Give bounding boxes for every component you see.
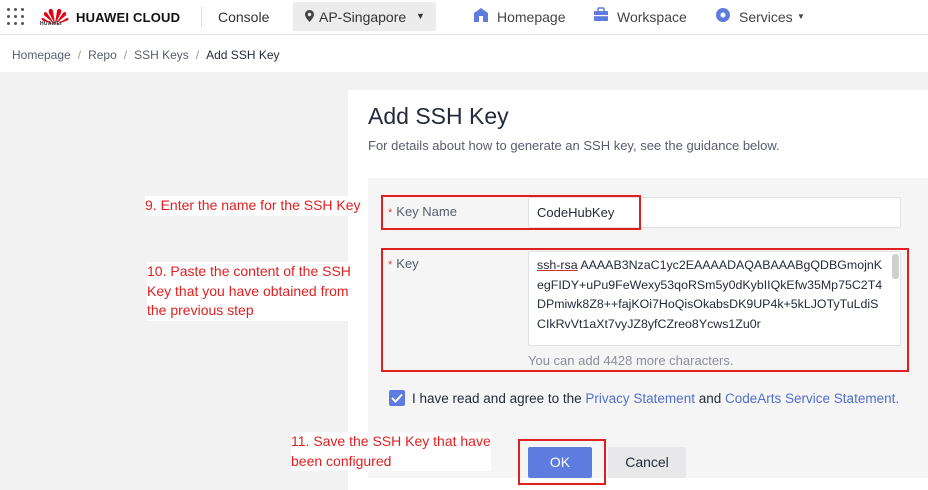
logo-subtext: HUAWEI xyxy=(40,21,62,27)
nav-homepage[interactable]: Homepage xyxy=(497,9,566,25)
agree-text: I have read and agree to the Privacy Sta… xyxy=(412,391,900,406)
workspace-icon xyxy=(594,7,608,21)
home-icon xyxy=(474,8,488,22)
annotation-step9: 9. Enter the name for the SSH Key xyxy=(145,196,367,216)
nav-divider xyxy=(201,7,202,27)
services-icon xyxy=(716,8,730,22)
page-subtitle: For details about how to generate an SSH… xyxy=(368,138,780,153)
brand-name[interactable]: HUAWEI CLOUD xyxy=(76,10,180,25)
breadcrumb-homepage[interactable]: Homepage xyxy=(12,48,71,62)
nav-services[interactable]: Services xyxy=(739,9,793,25)
breadcrumb-bar: Homepage / Repo / SSH Keys / Add SSH Key xyxy=(0,34,928,72)
region-selector[interactable]: AP-Singapore ▼ xyxy=(293,2,436,31)
chevron-down-icon: ▼ xyxy=(797,12,805,21)
console-link[interactable]: Console xyxy=(218,9,269,25)
service-statement-link[interactable]: CodeArts Service Statement. xyxy=(725,391,899,406)
page-title: Add SSH Key xyxy=(368,103,509,129)
privacy-statement-link[interactable]: Privacy Statement xyxy=(585,391,695,406)
region-label: AP-Singapore xyxy=(319,9,407,25)
highlight-ok xyxy=(518,439,606,485)
location-pin-icon xyxy=(305,10,314,22)
top-navigation-bar: HUAWEI HUAWEI CLOUD Console AP-Singapore… xyxy=(0,0,928,34)
annotation-step11: 11. Save the SSH Key that have been conf… xyxy=(291,432,491,471)
check-icon xyxy=(391,393,403,403)
nav-workspace[interactable]: Workspace xyxy=(617,9,687,25)
breadcrumb-ssh-keys[interactable]: SSH Keys xyxy=(134,48,189,62)
agree-checkbox[interactable] xyxy=(389,390,405,406)
chevron-down-icon: ▼ xyxy=(416,11,425,21)
annotation-step10: 10. Paste the content of the SSH Key tha… xyxy=(147,262,352,321)
breadcrumb-current: Add SSH Key xyxy=(206,48,280,62)
highlight-key-name xyxy=(381,195,641,230)
cancel-button[interactable]: Cancel xyxy=(608,447,686,478)
app-grid-icon[interactable] xyxy=(7,8,25,26)
highlight-key xyxy=(381,248,909,372)
breadcrumb: Homepage / Repo / SSH Keys / Add SSH Key xyxy=(12,48,280,62)
breadcrumb-repo[interactable]: Repo xyxy=(88,48,117,62)
